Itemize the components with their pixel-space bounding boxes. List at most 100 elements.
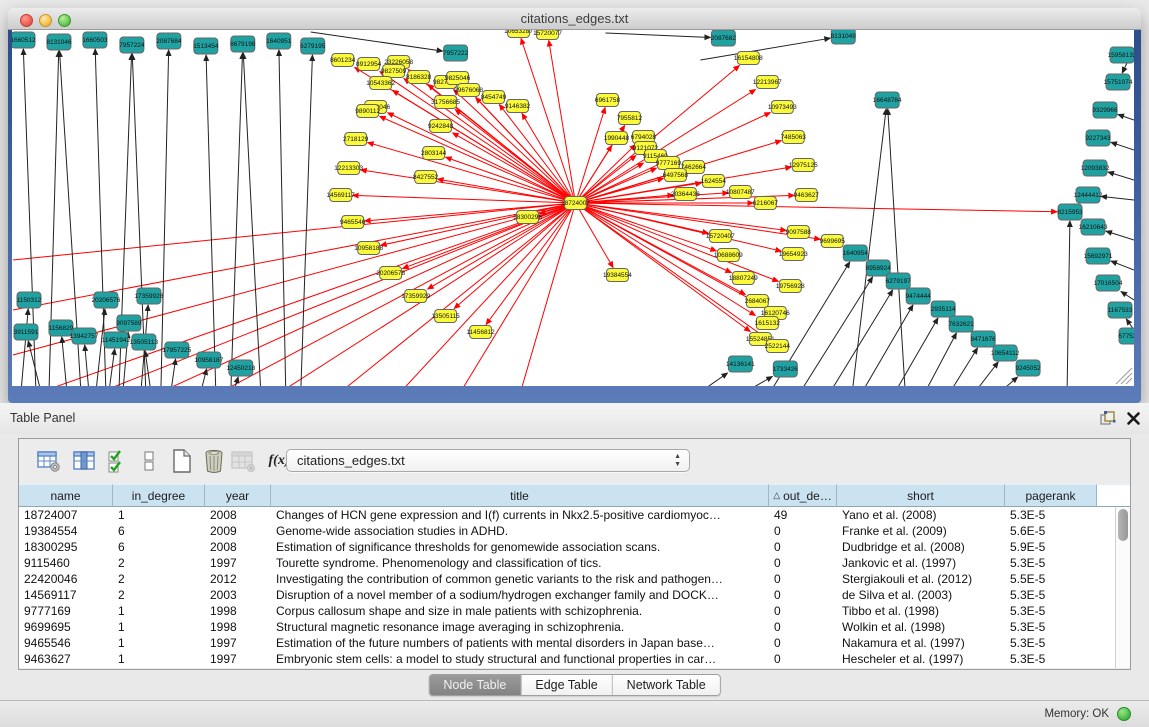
table-cell[interactable]: Estimation of significance thresholds fo… — [271, 539, 769, 555]
graph-node-yellow[interactable]: 10973493 — [768, 101, 797, 114]
graph-node-teal[interactable]: 17359928 — [134, 288, 163, 304]
table-cell[interactable]: 1 — [113, 507, 205, 523]
graph-node-yellow[interactable]: 9465546 — [340, 216, 366, 229]
table-cell[interactable]: 5.3E-5 — [1005, 619, 1097, 635]
table-cell[interactable]: 5.3E-5 — [1005, 651, 1097, 667]
graph-node-teal[interactable]: 9097589 — [116, 315, 142, 331]
graph-node-yellow[interactable]: 29676068 — [454, 84, 483, 97]
table-cell[interactable]: Disruption of a novel member of a sodium… — [271, 587, 769, 603]
table-cell[interactable]: 5.3E-5 — [1005, 507, 1097, 523]
table-cell[interactable]: 5.3E-5 — [1005, 555, 1097, 571]
graph-node-yellow[interactable]: 19384554 — [603, 269, 632, 282]
table-cell[interactable]: Structural magnetic resonance image aver… — [271, 619, 769, 635]
graph-node-yellow[interactable]: 20206578 — [376, 267, 405, 280]
graph-node-teal[interactable]: 1640951 — [266, 33, 292, 49]
graph-node-teal[interactable]: 15751074 — [1104, 74, 1133, 90]
graph-node-teal[interactable]: 20206576 — [91, 292, 120, 308]
graph-node-yellow[interactable]: 18300295 — [513, 211, 542, 224]
tab-network-table[interactable]: Network Table — [613, 675, 720, 695]
graph-node-yellow[interactable]: 31756685 — [431, 96, 460, 109]
table-cell[interactable]: 0 — [769, 635, 837, 651]
table-cell[interactable]: 9699695 — [19, 619, 113, 635]
graph-node-teal[interactable]: 11451942 — [102, 332, 131, 348]
new-table-button[interactable] — [169, 448, 195, 474]
table-cell[interactable]: 9465546 — [19, 635, 113, 651]
graph-node-teal[interactable]: 13942757 — [70, 328, 99, 344]
table-cell[interactable]: Stergiakouli et al. (2012) — [837, 571, 1005, 587]
graph-node-yellow[interactable]: 6497568 — [663, 169, 689, 182]
graph-node-teal[interactable]: 2087684 — [156, 33, 182, 49]
graph-node-yellow[interactable]: 2803144 — [421, 147, 447, 160]
graph-node-teal[interactable]: 9227343 — [1085, 130, 1111, 146]
graph-node-yellow[interactable]: 13505115 — [431, 310, 460, 323]
table-cell[interactable]: 0 — [769, 651, 837, 667]
table-cell[interactable]: 1 — [113, 651, 205, 667]
vertical-scrollbar[interactable] — [1115, 507, 1130, 668]
graph-node-yellow[interactable]: 10807487 — [726, 186, 755, 199]
table-cell[interactable]: 9115460 — [19, 555, 113, 571]
graph-node-yellow[interactable]: 9463627 — [794, 189, 820, 202]
table-cell[interactable]: 1 — [113, 635, 205, 651]
column-header-name[interactable]: name — [19, 484, 113, 507]
unselect-all-button[interactable] — [136, 448, 162, 474]
graph-node-yellow[interactable]: 9825046 — [445, 72, 471, 85]
graph-node-teal[interactable]: 7957222 — [443, 45, 469, 61]
table-row[interactable]: 1830029562008Estimation of significance … — [19, 539, 1115, 555]
column-header-short[interactable]: short — [837, 484, 1005, 507]
graph-node-teal[interactable]: 12450218 — [226, 360, 255, 376]
table-cell[interactable]: 49 — [769, 507, 837, 523]
table-cell[interactable]: Tourette syndrome. Phenomenology and cla… — [271, 555, 769, 571]
graph-node-yellow[interactable]: 8601234 — [330, 54, 356, 67]
table-cell[interactable]: 0 — [769, 523, 837, 539]
table-cell[interactable]: 0 — [769, 603, 837, 619]
graph-node-yellow[interactable]: 7485063 — [781, 131, 807, 144]
show-columns-button[interactable] — [71, 448, 97, 474]
graph-node-yellow[interactable]: 6216067 — [753, 197, 779, 210]
table-cell[interactable]: 0 — [769, 555, 837, 571]
table-cell[interactable]: 5.5E-5 — [1005, 571, 1097, 587]
table-cell[interactable]: 0 — [769, 571, 837, 587]
memory-status-indicator[interactable] — [1117, 707, 1131, 721]
graph-node-teal[interactable]: 8131046 — [46, 34, 72, 50]
graph-node-teal[interactable]: 1640954 — [843, 245, 869, 261]
float-panel-icon[interactable] — [1099, 410, 1116, 427]
table-cell[interactable]: 18300295 — [19, 539, 113, 555]
select-all-button[interactable] — [104, 448, 130, 474]
graph-node-yellow[interactable]: 12213967 — [753, 76, 782, 89]
graph-node-yellow[interactable]: 17359929 — [401, 290, 430, 303]
table-cell[interactable]: 0 — [769, 619, 837, 635]
graph-node-yellow[interactable]: 10653287 — [504, 30, 533, 38]
graph-node-teal[interactable]: 17016504 — [1094, 275, 1123, 291]
delete-entries-button[interactable] — [201, 448, 227, 474]
column-header-title[interactable]: title — [271, 484, 769, 507]
graph-node-teal[interactable]: 6279195 — [300, 38, 326, 54]
graph-node-teal[interactable]: 8471676 — [971, 331, 997, 347]
table-cell[interactable]: Estimation of the future numbers of pati… — [271, 635, 769, 651]
table-cell[interactable]: Embryonic stem cells: a model to study s… — [271, 651, 769, 667]
graph-node-yellow[interactable]: 19756928 — [776, 280, 805, 293]
graph-node-teal[interactable]: 7957224 — [119, 37, 145, 53]
graph-node-teal[interactable]: 9329966 — [1092, 102, 1118, 118]
table-cell[interactable]: 5.9E-5 — [1005, 539, 1097, 555]
column-header-year[interactable]: year — [205, 484, 271, 507]
table-selector-dropdown[interactable]: citations_edges.txt ▲▼ — [286, 449, 690, 472]
graph-node-yellow[interactable]: 11456812 — [466, 326, 495, 339]
table-cell[interactable]: 1 — [113, 603, 205, 619]
table-cell[interactable]: 2 — [113, 587, 205, 603]
graph-node-yellow[interactable]: 7955812 — [617, 112, 643, 125]
table-cell[interactable]: Jankovic et al. (1997) — [837, 555, 1005, 571]
table-cell[interactable]: 2003 — [205, 587, 271, 603]
table-row[interactable]: 946362711997Embryonic stem cells: a mode… — [19, 651, 1115, 667]
graph-node-yellow[interactable]: 8454749 — [481, 91, 507, 104]
graph-node-teal[interactable]: 10958187 — [194, 352, 223, 368]
graph-node-yellow[interactable]: 15720077 — [533, 30, 562, 40]
graph-node-yellow[interactable]: 12213303 — [334, 162, 363, 175]
graph-node-yellow[interactable]: 8912954 — [356, 58, 382, 71]
graph-node-teal[interactable]: 1513454 — [193, 38, 219, 54]
table-cell[interactable]: 2 — [113, 555, 205, 571]
table-cell[interactable]: 5.6E-5 — [1005, 523, 1097, 539]
table-cell[interactable]: Nakamura et al. (1997) — [837, 635, 1005, 651]
graph-node-teal[interactable]: 2935114 — [931, 301, 956, 317]
table-row[interactable]: 946554611997Estimation of the future num… — [19, 635, 1115, 651]
network-canvas[interactable]: 1872400786012348912954232260589827509818… — [12, 30, 1134, 386]
